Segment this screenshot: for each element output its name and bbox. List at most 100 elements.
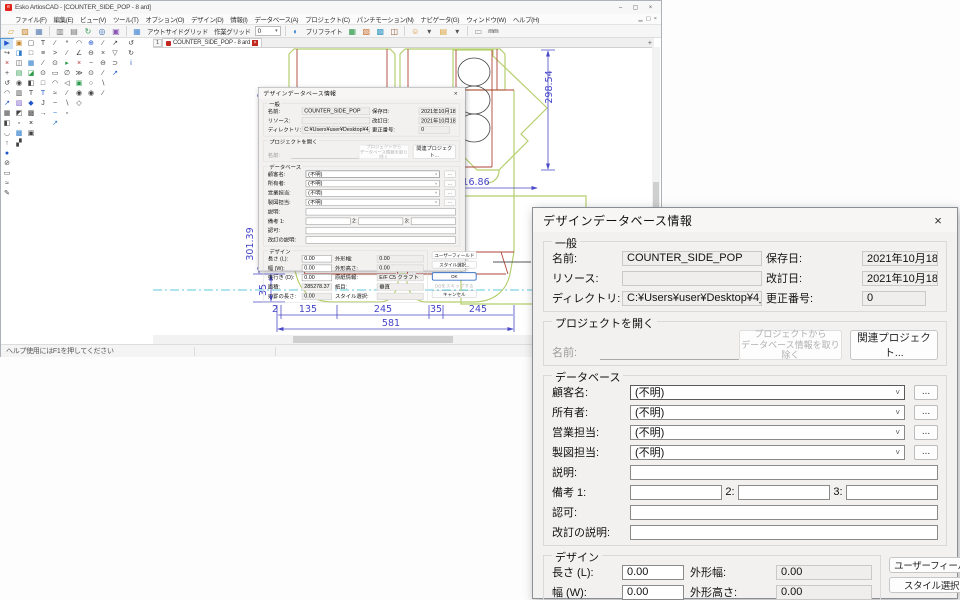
grid-size-combo[interactable]: 0▾ <box>255 26 281 36</box>
owner-browse-button[interactable]: ... <box>914 405 938 420</box>
exclude-tool[interactable]: ⊘ <box>1 159 13 169</box>
circle-tool[interactable]: ⊙ <box>49 59 61 69</box>
rows-tool[interactable]: ▤ <box>13 69 25 79</box>
ok-button[interactable]: OK <box>432 272 477 280</box>
slash-tool[interactable]: ∕ <box>37 59 49 69</box>
target-tool[interactable]: ◉ <box>13 79 25 89</box>
window-titlebar[interactable]: e Esko ArtiosCAD - [COUNTER_SIDE_POP - 8… <box>1 1 661 14</box>
depth-field[interactable]: 0.00 <box>302 274 332 281</box>
related-project-button[interactable]: 関連プロジェクト... <box>850 330 938 360</box>
panel-tool[interactable]: ◧ <box>1 119 13 129</box>
rectangle-tool[interactable]: □ <box>25 49 37 59</box>
mdi-restore-button[interactable]: ▢ <box>646 15 651 24</box>
note2-field[interactable] <box>738 485 830 500</box>
move-tool[interactable]: ↪ <box>1 49 13 59</box>
close-button[interactable]: × <box>644 3 657 13</box>
swatch-icon[interactable]: ▩ <box>374 26 386 37</box>
dialog-large[interactable]: デザインデータベース情報 × 一般 名前: COUNTER_SIDE_POP 保… <box>532 207 958 599</box>
menu-item-11[interactable]: ナビゲータ(G) <box>420 14 459 24</box>
redo-icon[interactable]: ↻ <box>125 49 137 59</box>
menu-item-6[interactable]: デザイン(D) <box>191 14 223 24</box>
new-tab-button[interactable]: + <box>648 40 654 47</box>
delete-tool[interactable]: × <box>1 59 13 69</box>
menu-item-12[interactable]: ウィンドウ(W) <box>466 14 506 24</box>
down-tool[interactable]: ▽ <box>109 49 121 59</box>
extend-tool[interactable]: ↑ <box>1 139 13 149</box>
refresh-icon[interactable]: ↻ <box>82 26 94 37</box>
sales-combo[interactable]: (不明)˅ <box>630 425 905 440</box>
designer-combo[interactable]: (不明)˅ <box>306 199 440 206</box>
center-point-tool[interactable]: ⊙ <box>37 69 49 79</box>
point2-tool[interactable]: ▫ <box>61 109 73 119</box>
dimension-tool[interactable]: ↗ <box>109 39 121 49</box>
project-name-field[interactable] <box>291 152 358 159</box>
length-field[interactable]: 0.00 <box>622 565 684 580</box>
gusset-tool[interactable]: ◪ <box>25 69 37 79</box>
resource-field[interactable] <box>622 271 762 286</box>
menu-item-5[interactable]: オプション(O) <box>145 14 184 24</box>
name-field[interactable]: COUNTER_SIDE_POP <box>302 107 370 114</box>
folder-icon[interactable]: ▤ <box>437 26 449 37</box>
grid2-tool[interactable]: ▦ <box>25 59 37 69</box>
chevron-down-icon[interactable]: ▾ <box>423 26 435 37</box>
paste-tool[interactable]: ▣ <box>13 39 25 49</box>
remove-tool[interactable]: × <box>73 59 85 69</box>
width-field[interactable]: 0.00 <box>622 585 684 600</box>
view-circle-tool[interactable]: ○ <box>85 79 97 89</box>
curve-tool[interactable]: ◡ <box>1 129 13 139</box>
user-fields-button[interactable]: ユーザーフィールド <box>432 252 477 260</box>
zoom-out-tool[interactable]: ⊖ <box>85 49 97 59</box>
mirror-tool[interactable]: ◧ <box>25 79 37 89</box>
note3-field[interactable] <box>411 217 456 224</box>
measure-tool[interactable]: ∕ <box>97 39 109 49</box>
edit-tool[interactable]: ✎ <box>1 189 13 199</box>
dialog-titlebar[interactable]: デザインデータベース情報 × <box>258 87 464 98</box>
approval-field[interactable] <box>306 227 456 234</box>
fill-tool[interactable]: ● <box>1 149 13 159</box>
split-tool[interactable]: ◫ <box>13 59 25 69</box>
menu-item-9[interactable]: プロジェクト(C) <box>305 14 349 24</box>
close-icon[interactable]: × <box>451 90 460 97</box>
zoom-in-tool[interactable]: ⊕ <box>85 39 97 49</box>
menu-item-2[interactable]: 編集(E) <box>54 14 74 24</box>
menu-item-8[interactable]: データベース(A) <box>254 14 298 24</box>
crease-tool[interactable]: ~ <box>49 99 61 109</box>
grid-tool[interactable]: ▦ <box>1 109 13 119</box>
sales-combo[interactable]: (不明)˅ <box>306 189 440 196</box>
note1-field[interactable] <box>630 485 722 500</box>
designer-combo[interactable]: (不明)˅ <box>630 445 905 460</box>
corner-tool[interactable]: ◩ <box>13 109 25 119</box>
name-field[interactable]: COUNTER_SIDE_POP <box>622 251 762 266</box>
panel2-tool[interactable]: ▭ <box>49 69 61 79</box>
diamond-tool[interactable]: ◆ <box>25 99 37 109</box>
diagonal-tool[interactable]: ▞ <box>13 139 25 149</box>
customer-browse-button[interactable]: ... <box>444 170 456 177</box>
cut-crease-tool[interactable]: ~ <box>49 109 61 119</box>
dim-text-tool[interactable]: T <box>37 89 49 99</box>
description-field[interactable] <box>630 465 938 480</box>
designer-browse-button[interactable]: ... <box>914 445 938 460</box>
zoom-icon[interactable]: ◎ <box>96 26 108 37</box>
minimize-button[interactable]: – <box>614 3 627 13</box>
horizontal-scroll-thumb[interactable] <box>293 336 453 343</box>
flip-tool[interactable]: ◁ <box>61 79 73 89</box>
snap-tool[interactable]: * <box>61 39 73 49</box>
menu-item-7[interactable]: 情報(I) <box>230 14 247 24</box>
arc2-tool[interactable]: ◠ <box>49 79 61 89</box>
rect-tool[interactable]: ▭ <box>1 169 13 179</box>
trim-tool[interactable]: ∕ <box>61 89 73 99</box>
menu-item-3[interactable]: ビュー(V) <box>80 14 106 24</box>
revision-desc-field[interactable] <box>306 236 456 243</box>
copy-icon[interactable]: ◫ <box>388 26 400 37</box>
report-icon[interactable]: ▣ <box>110 26 122 37</box>
subtract-tool[interactable]: ⊖ <box>97 59 109 69</box>
resource-field[interactable] <box>302 117 370 124</box>
perf-tool[interactable]: ≈ <box>49 89 61 99</box>
open-icon[interactable]: ▨ <box>19 26 31 37</box>
bevel-tool[interactable]: ∕ <box>61 49 73 59</box>
line2-tool[interactable]: ∕ <box>49 39 61 49</box>
rotate-tool[interactable]: ↺ <box>1 79 13 89</box>
menu-item-10[interactable]: パンチモーション(N) <box>357 14 414 24</box>
label-tool[interactable]: T <box>37 39 49 49</box>
fillet-tool[interactable]: ◠ <box>73 39 85 49</box>
